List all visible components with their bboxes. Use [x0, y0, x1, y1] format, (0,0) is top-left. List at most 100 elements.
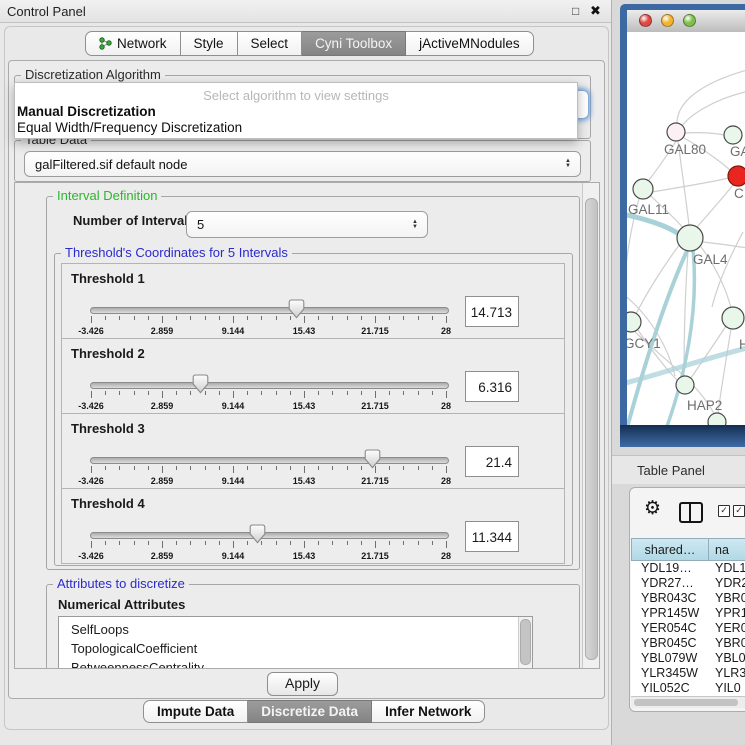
tick-label: 15.43: [293, 476, 316, 486]
column-header-name[interactable]: na: [709, 538, 745, 561]
network-node[interactable]: [627, 312, 641, 332]
list-item[interactable]: SelfLoops: [59, 617, 532, 639]
table-row[interactable]: YBL079WYBL0: [631, 651, 745, 666]
cell-shared-name: YIL052C: [641, 681, 690, 696]
dropdown-prompt: Select algorithm to view settings: [15, 88, 577, 103]
tick-mark: [446, 316, 447, 323]
tick-mark: [304, 466, 305, 473]
tick-label: 21.715: [361, 476, 389, 486]
network-node[interactable]: [722, 307, 744, 329]
numerical-attributes-list[interactable]: SelfLoopsTopologicalCoefficientBetweenne…: [58, 616, 533, 669]
table-row[interactable]: YPR145W YPR1: [631, 606, 745, 621]
tick-mark: [176, 316, 177, 320]
threshold-value-field[interactable]: 6.316: [465, 371, 519, 402]
slider-thumb[interactable]: [364, 449, 381, 469]
tab-cyni-toolbox[interactable]: Cyni Toolbox: [302, 31, 406, 56]
table-data-select[interactable]: galFiltered.sif default node ▲▼: [24, 151, 581, 177]
table-row[interactable]: YBR045CYBR0: [631, 636, 745, 651]
tick-mark: [247, 316, 248, 320]
slider-thumb[interactable]: [192, 374, 209, 394]
tab-infer-network[interactable]: Infer Network: [372, 700, 485, 723]
tick-mark: [290, 391, 291, 395]
bottom-tab-bar: Impute DataDiscretize DataInfer Network: [143, 700, 485, 723]
number-of-intervals-label: Number of Intervals: [73, 213, 195, 228]
cell-shared-name: YPR145W: [641, 606, 699, 621]
tab-impute-data[interactable]: Impute Data: [143, 700, 248, 723]
threshold-slider[interactable]: -3.4262.8599.14415.4321.71528: [90, 375, 447, 413]
network-node[interactable]: [677, 225, 703, 251]
tick-mark: [432, 316, 433, 320]
dropdown-option-manual[interactable]: Manual Discretization: [17, 104, 156, 119]
network-node[interactable]: [667, 123, 685, 141]
slider-track: [90, 532, 449, 539]
list-scrollbar[interactable]: [518, 617, 532, 669]
vertical-scrollbar[interactable]: [582, 183, 599, 668]
tick-label: 15.43: [293, 551, 316, 561]
horizontal-scrollbar[interactable]: [631, 696, 745, 708]
network-node[interactable]: [724, 126, 742, 144]
close-icon[interactable]: ✖: [590, 3, 601, 19]
float-window-icon[interactable]: □: [572, 4, 579, 18]
tab-label: jActiveMNodules: [419, 32, 520, 55]
tick-mark: [446, 391, 447, 398]
tick-mark: [247, 391, 248, 395]
table-row[interactable]: YLR345WYLR3: [631, 666, 745, 681]
threshold-slider[interactable]: -3.4262.8599.14415.4321.71528: [90, 300, 447, 338]
tick-mark: [304, 391, 305, 398]
table-row[interactable]: YDL19…YDL1: [631, 561, 745, 576]
threshold-slider[interactable]: -3.4262.8599.14415.4321.71528: [90, 450, 447, 488]
tab-style[interactable]: Style: [181, 31, 238, 56]
slider-tick-labels: -3.4262.8599.14415.4321.71528: [91, 476, 446, 487]
slider-thumb[interactable]: [249, 524, 266, 544]
tab-select[interactable]: Select: [238, 31, 303, 56]
tick-mark: [105, 391, 106, 395]
network-canvas[interactable]: GAL80GACGAL11GAL4GCY1HHAP2: [627, 32, 745, 425]
slider-thumb[interactable]: [288, 299, 305, 319]
cell-name: YPR1: [715, 606, 745, 621]
zoom-traffic-light[interactable]: [683, 14, 696, 27]
tab-network[interactable]: Network: [85, 31, 181, 56]
threshold-value-field[interactable]: 21.4: [465, 446, 519, 477]
tick-mark: [446, 466, 447, 473]
columns-icon[interactable]: [679, 502, 703, 523]
tick-mark: [119, 541, 120, 545]
table-row[interactable]: YIL052CYIL0: [631, 681, 745, 696]
table-header-row: shared… na: [631, 538, 745, 561]
table-row[interactable]: YBR043CYBR0: [631, 591, 745, 606]
tab-discretize-data[interactable]: Discretize Data: [248, 700, 372, 723]
close-traffic-light[interactable]: [639, 14, 652, 27]
dropdown-option-equal-width[interactable]: Equal Width/Frequency Discretization: [17, 120, 242, 135]
tick-label: 15.43: [293, 401, 316, 411]
number-of-intervals-select[interactable]: 5 ▲▼: [186, 211, 428, 238]
cell-shared-name: YDL19…: [641, 561, 692, 576]
list-item[interactable]: TopologicalCoefficient: [59, 639, 532, 658]
apply-button[interactable]: Apply: [267, 672, 338, 696]
column-header-shared[interactable]: shared…: [631, 538, 709, 561]
threshold-value-field[interactable]: 14.713: [465, 296, 519, 327]
node-label: GAL4: [693, 252, 728, 267]
select-all-check-icon[interactable]: ✓: [718, 505, 730, 517]
node-label: GAL11: [628, 202, 669, 217]
minimize-traffic-light[interactable]: [661, 14, 674, 27]
tab-jactivemnodules[interactable]: jActiveMNodules: [406, 31, 534, 56]
threshold-value-field[interactable]: 11.344: [465, 521, 519, 552]
tick-mark: [91, 391, 92, 398]
cell-name: YLR3: [715, 666, 745, 681]
tick-mark: [162, 541, 163, 548]
list-item[interactable]: BetweennessCentrality: [59, 658, 532, 669]
select-none-check-icon[interactable]: ✓: [733, 505, 745, 517]
network-node[interactable]: [728, 166, 745, 186]
top-tab-bar: NetworkStyleSelectCyni Toolbox jActiveMNo…: [85, 31, 534, 56]
network-node[interactable]: [708, 413, 726, 425]
table-row[interactable]: YDR27…YDR2: [631, 576, 745, 591]
tick-label: 9.144: [222, 401, 245, 411]
table-row[interactable]: YER054CYER0: [631, 621, 745, 636]
threshold-slider[interactable]: -3.4262.8599.14415.4321.71528: [90, 525, 447, 563]
gear-icon[interactable]: ⚙: [644, 499, 661, 518]
slider-track: [90, 382, 449, 389]
network-node[interactable]: [633, 179, 653, 199]
tick-mark: [418, 466, 419, 470]
network-node[interactable]: [676, 376, 694, 394]
node-label: GCY1: [627, 336, 661, 351]
tick-mark: [261, 466, 262, 470]
